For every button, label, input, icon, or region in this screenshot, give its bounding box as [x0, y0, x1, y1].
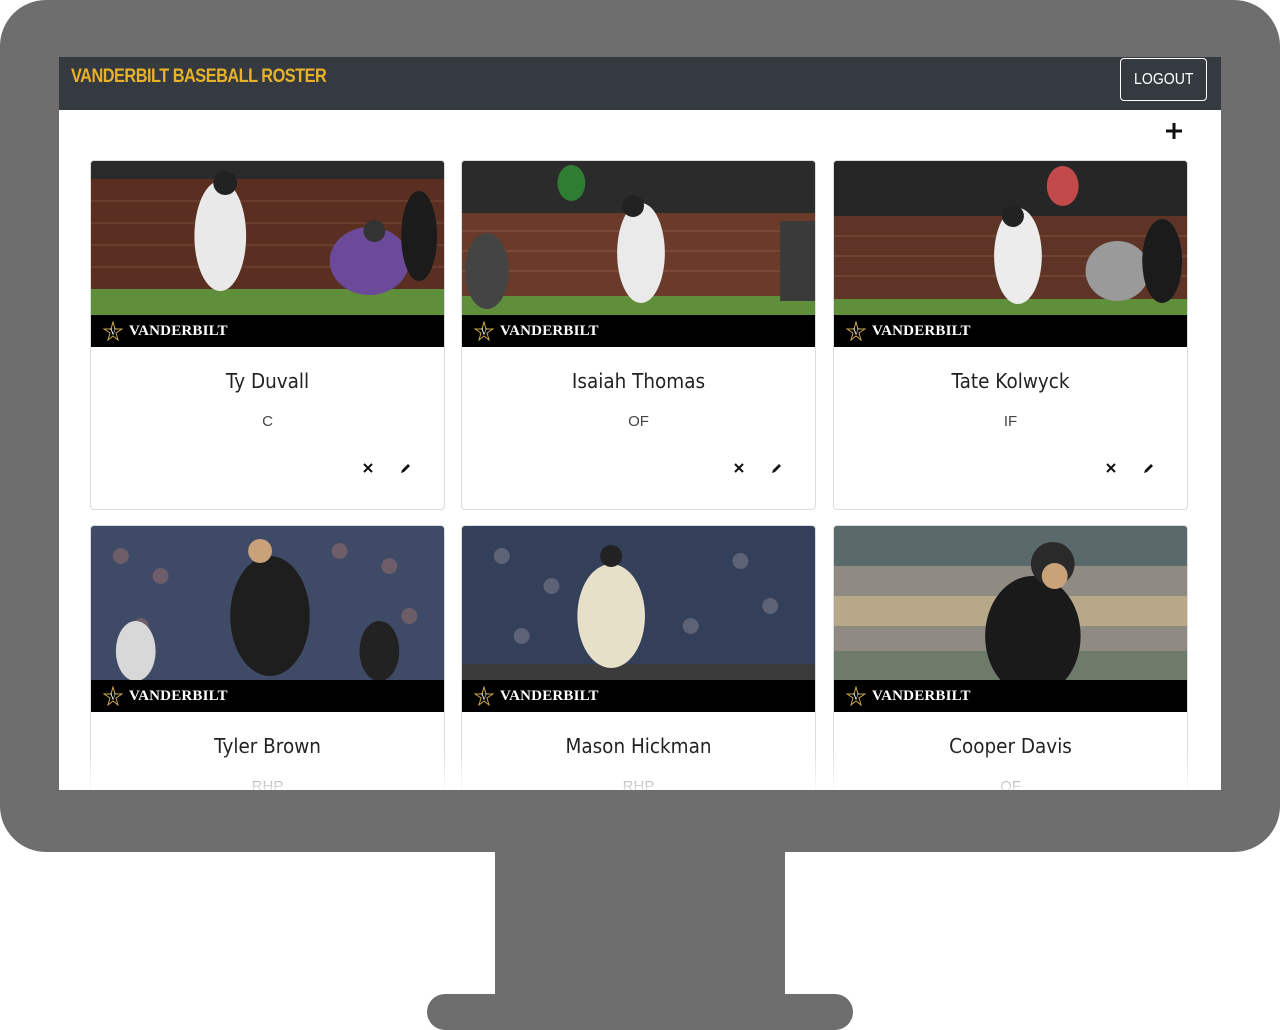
- svg-text:V: V: [481, 692, 488, 702]
- monitor-stand: [495, 846, 785, 1002]
- delete-button[interactable]: [359, 459, 377, 477]
- player-name: Tyler Brown: [214, 734, 321, 758]
- star-v-logo-icon: V: [103, 686, 123, 706]
- vanderbilt-banner: V VANDERBILT: [834, 315, 1187, 347]
- photo-pitcher: [91, 526, 444, 680]
- brand-title[interactable]: VANDERBILT BASEBALL ROSTER: [71, 66, 327, 88]
- star-v-logo-icon: V: [474, 321, 494, 341]
- star-v-logo-icon: V: [103, 321, 123, 341]
- delete-button[interactable]: [1102, 459, 1120, 477]
- player-card: V VANDERBILT Isaiah Thomas OF: [461, 160, 816, 510]
- banner-text: VANDERBILT: [500, 322, 599, 339]
- banner-text: VANDERBILT: [129, 687, 228, 704]
- banner-text: VANDERBILT: [872, 687, 971, 704]
- svg-text:V: V: [853, 327, 860, 337]
- add-player-button[interactable]: [1162, 119, 1186, 143]
- player-position: RHP: [251, 778, 284, 790]
- player-photo: V VANDERBILT: [834, 526, 1187, 712]
- star-v-logo-icon: V: [474, 686, 494, 706]
- player-position: OF: [628, 413, 649, 430]
- plus-icon: [1166, 123, 1182, 139]
- app-screen: VANDERBILT BASEBALL ROSTER LOGOUT V VAND…: [59, 57, 1221, 790]
- banner-text: VANDERBILT: [129, 322, 228, 339]
- photo-pitcher: [462, 526, 815, 680]
- banner-text: VANDERBILT: [872, 322, 971, 339]
- edit-button[interactable]: [767, 459, 785, 477]
- player-position: RHP: [622, 778, 655, 790]
- pencil-icon: [1143, 463, 1153, 473]
- photo-batter: [91, 161, 444, 315]
- player-card: V VANDERBILT Tyler Brown RHP: [90, 525, 445, 790]
- player-position: IF: [1003, 413, 1018, 430]
- vanderbilt-banner: V VANDERBILT: [91, 315, 444, 347]
- player-photo: V VANDERBILT: [91, 161, 444, 347]
- photo-batter: [834, 161, 1187, 315]
- pencil-icon: [400, 463, 410, 473]
- player-card: V VANDERBILT Mason Hickman RHP: [461, 525, 816, 790]
- star-v-logo-icon: V: [846, 321, 866, 341]
- vanderbilt-banner: V VANDERBILT: [91, 680, 444, 712]
- player-card: V VANDERBILT Cooper Davis OF: [833, 525, 1188, 790]
- vanderbilt-banner: V VANDERBILT: [462, 315, 815, 347]
- player-photo: V VANDERBILT: [462, 526, 815, 712]
- logout-button[interactable]: LOGOUT: [1120, 58, 1207, 101]
- delete-button[interactable]: [730, 459, 748, 477]
- svg-text:V: V: [853, 692, 860, 702]
- svg-text:V: V: [110, 327, 117, 337]
- star-v-logo-icon: V: [846, 686, 866, 706]
- vanderbilt-banner: V VANDERBILT: [834, 680, 1187, 712]
- player-position: OF: [1000, 778, 1021, 790]
- player-name: Tate Kolwyck: [951, 369, 1070, 393]
- player-photo: V VANDERBILT: [462, 161, 815, 347]
- svg-text:V: V: [110, 692, 117, 702]
- navbar: VANDERBILT BASEBALL ROSTER LOGOUT: [59, 57, 1221, 110]
- player-name: Isaiah Thomas: [571, 369, 706, 393]
- player-name: Ty Duvall: [225, 369, 310, 393]
- player-photo: V VANDERBILT: [91, 526, 444, 712]
- player-photo: V VANDERBILT: [834, 161, 1187, 347]
- player-name: Cooper Davis: [949, 734, 1072, 758]
- player-card: V VANDERBILT Tate Kolwyck IF: [833, 160, 1188, 510]
- edit-button[interactable]: [396, 459, 414, 477]
- photo-fielder: [834, 526, 1187, 680]
- player-card: V VANDERBILT Ty Duvall C: [90, 160, 445, 510]
- logout-label: LOGOUT: [1133, 70, 1194, 88]
- banner-text: VANDERBILT: [500, 687, 599, 704]
- player-position: C: [262, 413, 273, 430]
- photo-batter: [462, 161, 815, 315]
- edit-button[interactable]: [1139, 459, 1157, 477]
- close-icon: [363, 463, 373, 473]
- player-name: Mason Hickman: [565, 734, 712, 758]
- close-icon: [734, 463, 744, 473]
- vanderbilt-banner: V VANDERBILT: [462, 680, 815, 712]
- monitor-base: [427, 994, 853, 1030]
- close-icon: [1106, 463, 1116, 473]
- pencil-icon: [771, 463, 781, 473]
- svg-text:V: V: [481, 327, 488, 337]
